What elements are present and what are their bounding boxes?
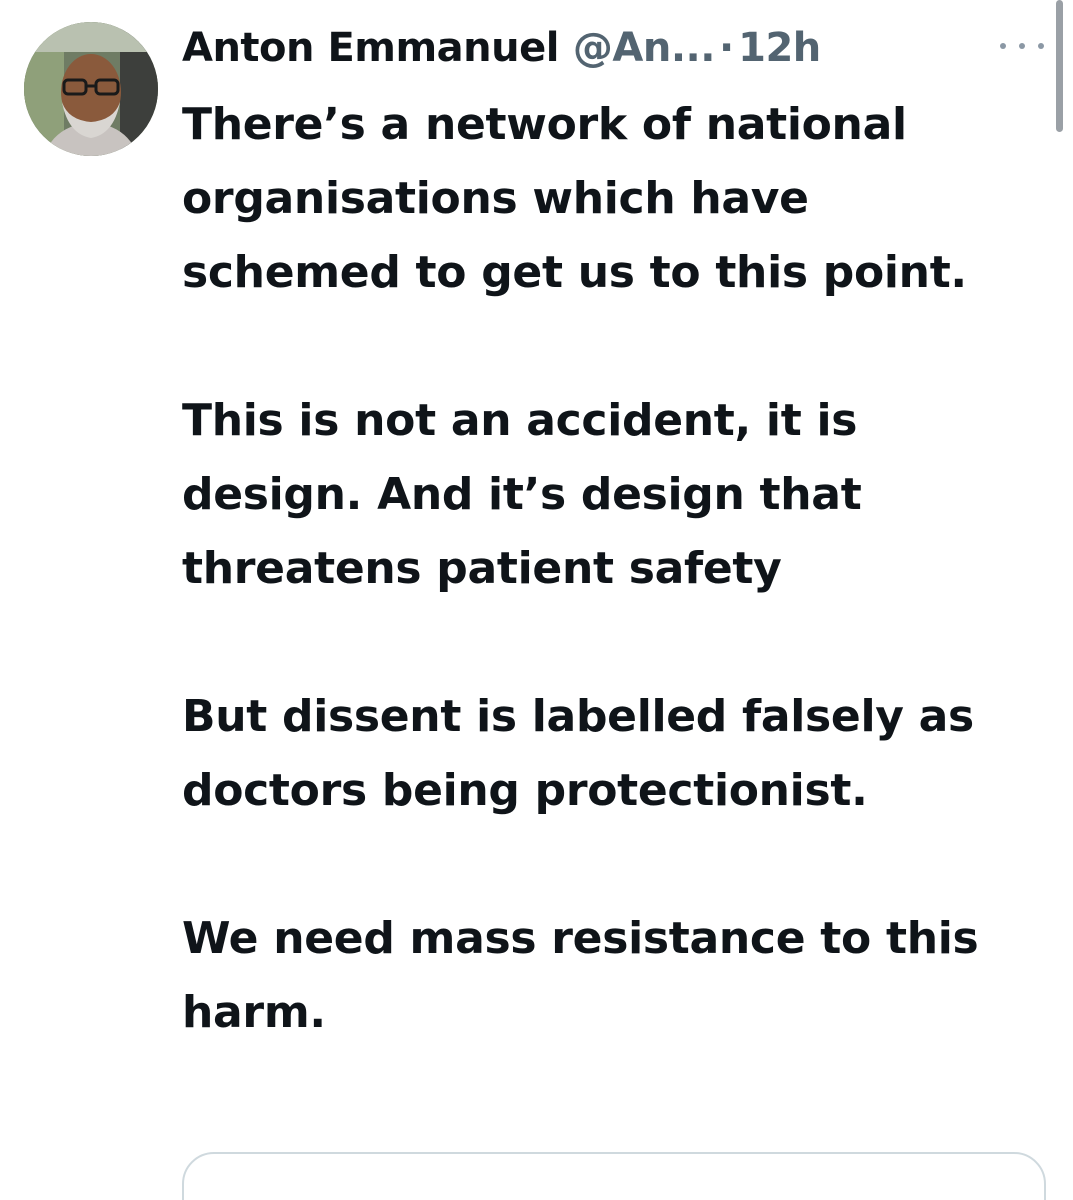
scrollbar[interactable] bbox=[1056, 0, 1063, 132]
post-header: Anton Emmanuel @An... · 12h bbox=[182, 18, 821, 78]
post-timestamp[interactable]: 12h bbox=[738, 25, 821, 71]
more-dot-2 bbox=[1019, 43, 1025, 49]
author-handle[interactable]: @An... bbox=[573, 25, 716, 71]
separator-dot: · bbox=[718, 25, 735, 71]
author-name[interactable]: Anton Emmanuel bbox=[182, 25, 559, 71]
post-paragraph: This is not an accident, it is design. A… bbox=[182, 395, 862, 594]
post-paragraph: There’s a network of national organisati… bbox=[182, 99, 967, 298]
author-avatar[interactable] bbox=[24, 22, 158, 156]
more-dot-1 bbox=[1000, 43, 1006, 49]
avatar-photo bbox=[24, 22, 158, 156]
post-paragraph: We need mass resistance to this harm. bbox=[182, 913, 979, 1038]
post-body: There’s a network of national organisati… bbox=[182, 88, 1042, 1050]
more-options-icon[interactable] bbox=[1000, 34, 1044, 58]
more-dot-3 bbox=[1038, 43, 1044, 49]
post-paragraph: But dissent is labelled falsely as docto… bbox=[182, 691, 974, 816]
quoted-post-card[interactable] bbox=[182, 1152, 1046, 1200]
post: Anton Emmanuel @An... · 12h There’s a ne… bbox=[0, 0, 1073, 1200]
